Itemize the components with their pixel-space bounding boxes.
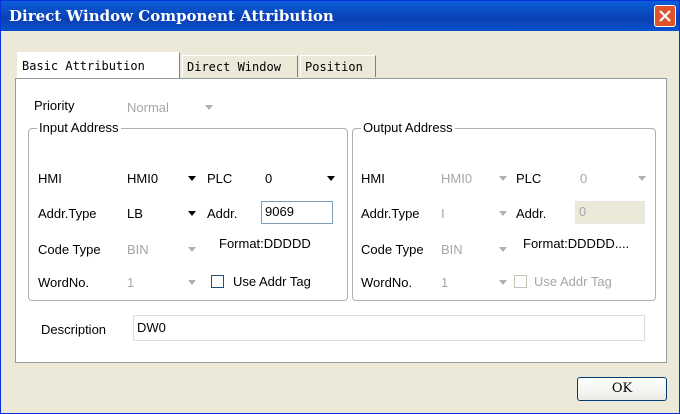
input-hmi-label: HMI: [38, 171, 62, 186]
tab-position[interactable]: Position: [300, 55, 376, 77]
close-icon: [659, 10, 671, 22]
input-code-type-select[interactable]: BIN: [124, 239, 199, 261]
input-addr-label: Addr.: [207, 206, 238, 221]
dialog-window: Direct Window Component Attribution Basi…: [0, 0, 680, 414]
input-addr-field[interactable]: 9069: [261, 201, 333, 224]
chevron-down-icon: [638, 176, 646, 181]
output-format-text: Format:DDDDD....: [523, 236, 630, 251]
chevron-down-icon: [499, 247, 507, 252]
output-wordno-label: WordNo.: [361, 275, 413, 290]
chevron-down-icon: [188, 247, 196, 252]
output-address-group: Output Address HMI HMI0 PLC 0 Addr.Type …: [352, 120, 656, 301]
output-use-addr-tag-checkbox[interactable]: [514, 275, 527, 288]
output-use-addr-tag-label: Use Addr Tag: [534, 274, 612, 289]
priority-select[interactable]: Normal: [124, 97, 216, 119]
chevron-down-icon: [499, 176, 507, 181]
input-address-group: Input Address HMI HMI0 PLC 0 Addr.Type L…: [28, 120, 348, 301]
output-wordno-select[interactable]: 1: [438, 272, 510, 294]
input-addr-type-select[interactable]: LB: [124, 203, 199, 225]
output-addr-type-select[interactable]: I: [438, 203, 510, 225]
priority-label: Priority: [34, 98, 75, 113]
chevron-down-icon: [327, 176, 335, 181]
input-address-title: Input Address: [37, 120, 121, 135]
ok-button[interactable]: OK: [577, 377, 667, 401]
chevron-down-icon: [499, 211, 507, 216]
output-code-type-label: Code Type: [361, 242, 424, 257]
description-label: Description: [41, 322, 107, 337]
input-wordno-select[interactable]: 1: [124, 272, 199, 294]
chevron-down-icon: [499, 280, 507, 285]
output-addr-label: Addr.: [516, 206, 547, 221]
input-use-addr-tag-checkbox[interactable]: [211, 275, 224, 288]
window-title: Direct Window Component Attribution: [9, 7, 334, 25]
input-plc-select[interactable]: 0: [262, 168, 338, 190]
input-hmi-select[interactable]: HMI0: [124, 168, 199, 190]
chevron-down-icon: [205, 105, 213, 110]
input-format-text: Format:DDDDD: [219, 236, 311, 251]
tab-basic-attribution[interactable]: Basic Attribution: [17, 52, 180, 78]
title-bar[interactable]: Direct Window Component Attribution: [1, 1, 679, 31]
input-plc-label: PLC: [207, 171, 233, 186]
output-hmi-label: HMI: [361, 171, 385, 186]
tab-direct-window[interactable]: Direct Window: [182, 55, 298, 77]
input-use-addr-tag-label: Use Addr Tag: [233, 274, 311, 289]
output-address-title: Output Address: [361, 120, 455, 135]
input-code-type-label: Code Type: [38, 242, 101, 257]
output-hmi-select[interactable]: HMI0: [438, 168, 510, 190]
close-button[interactable]: [654, 5, 676, 27]
output-plc-label: PLC: [516, 171, 542, 186]
output-addr-field[interactable]: 0: [575, 201, 645, 224]
description-field[interactable]: DW0: [133, 315, 645, 341]
output-plc-select[interactable]: 0: [577, 168, 649, 190]
chevron-down-icon: [188, 211, 196, 216]
input-wordno-label: WordNo.: [38, 275, 90, 290]
chevron-down-icon: [188, 176, 196, 181]
chevron-down-icon: [188, 280, 196, 285]
input-addr-type-label: Addr.Type: [38, 206, 97, 221]
tab-panel: Priority Normal Input Address HMI HMI0 P…: [15, 78, 667, 363]
output-addr-type-label: Addr.Type: [361, 206, 420, 221]
output-code-type-select[interactable]: BIN: [438, 239, 510, 261]
